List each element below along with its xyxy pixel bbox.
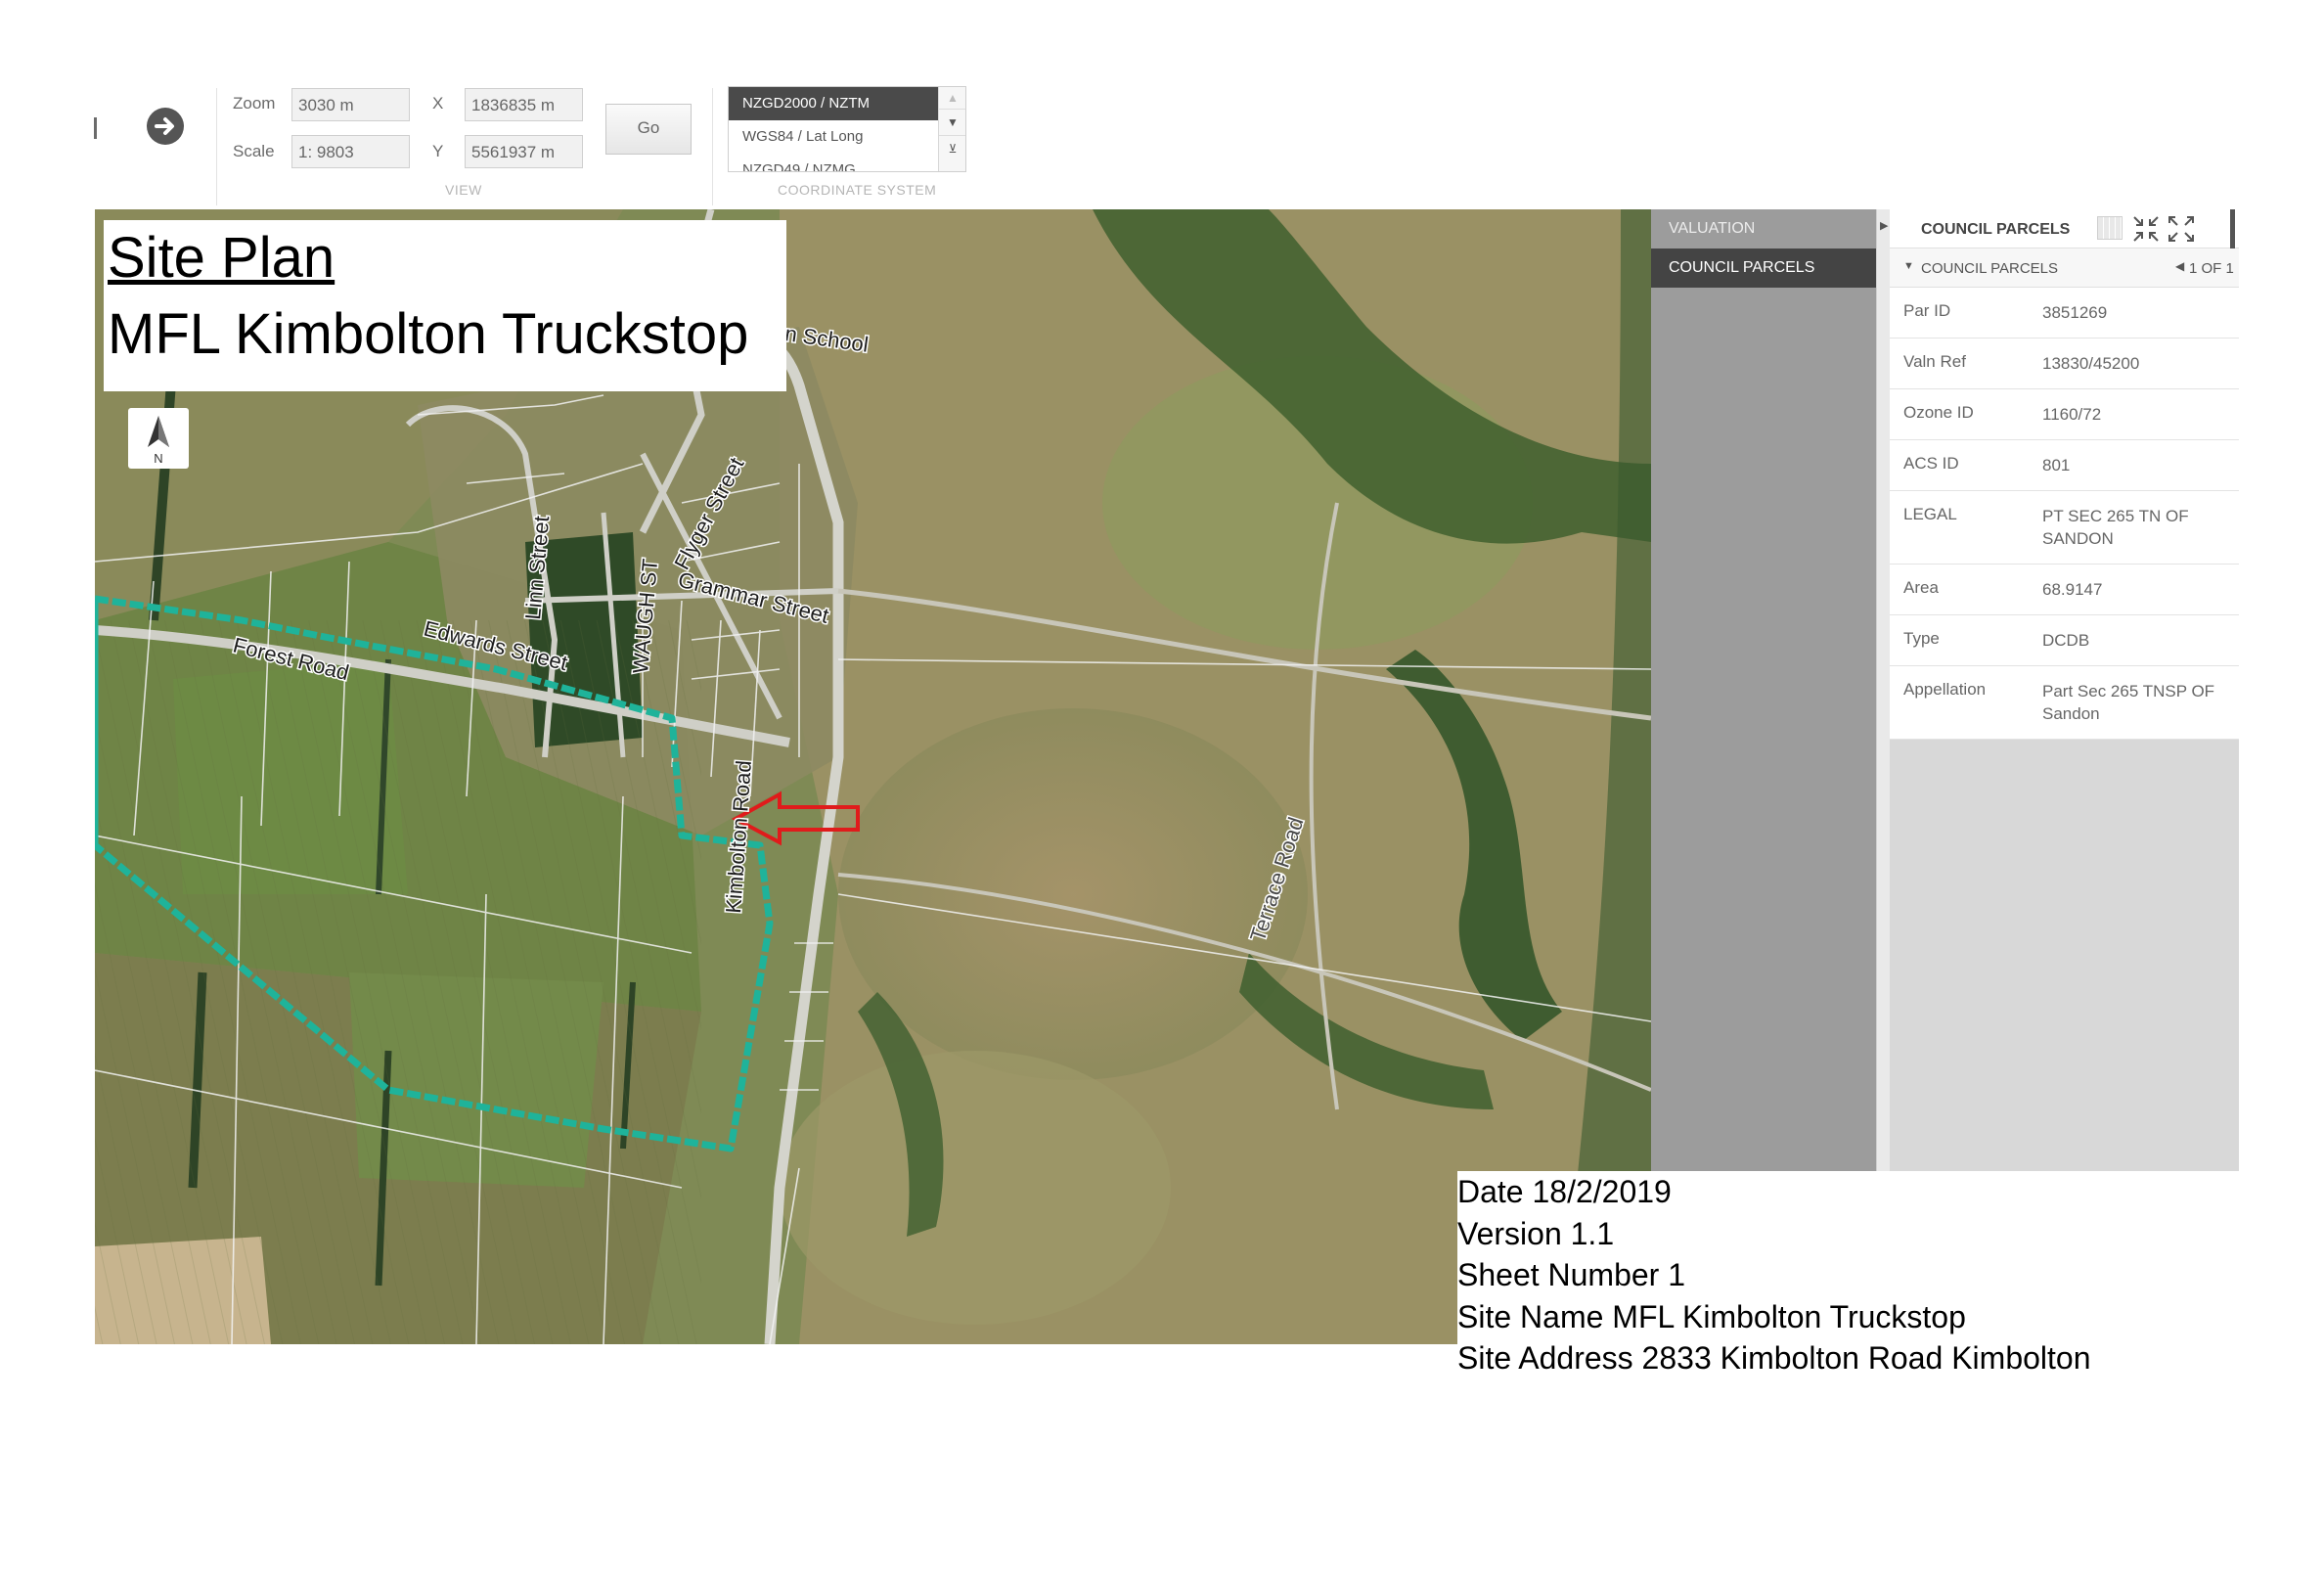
attr-key: Valn Ref: [1903, 352, 1966, 371]
label-linn-street: Linn Street: [520, 515, 554, 620]
coord-list-scrollbar[interactable]: ▲ ▼ ⊻: [938, 87, 965, 171]
go-button[interactable]: Go: [605, 104, 692, 155]
attr-value: 68.9147: [2042, 580, 2103, 599]
coordinate-system-list[interactable]: NZGD2000 / NZTM WGS84 / Lat Long NZGD49 …: [728, 86, 966, 172]
north-label: N: [154, 451, 162, 466]
label-edwards-street: Edwards Street: [422, 616, 570, 676]
page-title: Site Plan: [108, 226, 335, 290]
attr-value: Part Sec 265 TNSP OF Sandon: [2042, 682, 2215, 723]
attr-value: 1160/72: [2042, 405, 2102, 424]
panel-header: COUNCIL PARCELS: [1890, 209, 2239, 248]
panel-side-strip[interactable]: ▶: [1876, 209, 1890, 1178]
panel-scrollbar[interactable]: [2230, 209, 2235, 248]
scale-field[interactable]: 1: 9803: [291, 135, 410, 168]
attr-key: Par ID: [1903, 301, 1951, 320]
label-terrace-road: Terrace Road: [1245, 814, 1309, 944]
zoom-label: Zoom: [233, 94, 276, 113]
sheet-info-block: Date 18/2/2019 Version 1.1 Sheet Number …: [1457, 1171, 2299, 1379]
scroll-up-icon[interactable]: ▲: [939, 87, 965, 110]
attr-value: PT SEC 265 TN OF SANDON: [2042, 507, 2189, 548]
label-forest-road: Forest Road: [231, 633, 352, 686]
attr-value: DCDB: [2042, 631, 2090, 650]
y-coordinate-field[interactable]: 5561937 m: [465, 135, 583, 168]
scroll-end-icon[interactable]: ⊻: [939, 136, 965, 161]
view-section-label: VIEW: [445, 182, 482, 198]
collapse-icon[interactable]: [2130, 213, 2162, 245]
map-toolbar: Zoom 3030 m Scale 1: 9803 X 1836835 m Y …: [0, 0, 978, 210]
label-flyger-street: Flyger Street: [669, 453, 748, 573]
coordinate-system-section-label: COORDINATE SYSTEM: [778, 182, 937, 198]
attr-value: 3851269: [2042, 303, 2108, 322]
coord-option[interactable]: WGS84 / Lat Long: [729, 120, 938, 154]
attr-key: Area: [1903, 578, 1939, 597]
subheader-title: COUNCIL PARCELS: [1921, 260, 2059, 277]
scale-label: Scale: [233, 142, 275, 160]
label-grammar-street: Grammar Street: [676, 567, 831, 628]
toolbar-divider: [216, 88, 217, 205]
attr-key: Ozone ID: [1903, 403, 1974, 422]
attr-key: Type: [1903, 629, 1940, 648]
scroll-down-icon[interactable]: ▼: [939, 110, 965, 136]
coord-option[interactable]: NZGD49 / NZMG: [729, 154, 938, 171]
layer-sidenav: VALUATION COUNCIL PARCELS: [1651, 209, 1876, 1178]
panel-title: COUNCIL PARCELS: [1921, 221, 2071, 238]
attr-key: ACS ID: [1903, 454, 1959, 473]
table-row: ACS ID 801: [1890, 440, 2239, 491]
x-label: X: [432, 94, 444, 113]
navigate-arrow-icon[interactable]: [147, 108, 184, 145]
nav-item-council-parcels[interactable]: COUNCIL PARCELS: [1651, 248, 1876, 288]
table-row: Valn Ref 13830/45200: [1890, 339, 2239, 389]
zoom-field[interactable]: 3030 m: [291, 88, 410, 121]
site-name-heading: MFL Kimbolton Truckstop: [108, 302, 749, 366]
pager-prev-icon[interactable]: ◀: [2175, 259, 2184, 273]
site-location-arrow: [736, 794, 863, 845]
table-row: LEGAL PT SEC 265 TN OF SANDON: [1890, 491, 2239, 565]
table-row: Area 68.9147: [1890, 565, 2239, 615]
north-arrow-icon: N: [128, 408, 189, 469]
coord-option[interactable]: NZGD2000 / NZTM: [729, 87, 938, 120]
sheet-site-address: Site Address 2833 Kimbolton Road Kimbolt…: [1457, 1340, 2091, 1376]
pager-count: 1 OF 1: [2189, 260, 2234, 277]
attr-value: 13830/45200: [2042, 354, 2140, 373]
table-row: Appellation Part Sec 265 TNSP OF Sandon: [1890, 666, 2239, 740]
x-coordinate-field[interactable]: 1836835 m: [465, 88, 583, 121]
sheet-date: Date 18/2/2019: [1457, 1174, 1672, 1209]
table-view-icon[interactable]: [2097, 216, 2123, 240]
label-waugh-st: WAUGH ST: [628, 558, 662, 674]
panel-subheader: ▼ COUNCIL PARCELS ◀ 1 OF 1: [1890, 248, 2239, 288]
y-label: Y: [432, 142, 444, 160]
expand-caret-icon[interactable]: ▶: [1880, 219, 1888, 232]
collapse-handle[interactable]: [94, 117, 97, 139]
attr-key: LEGAL: [1903, 505, 1957, 523]
collapse-caret-icon[interactable]: ▼: [1903, 260, 1914, 272]
attr-value: 801: [2042, 456, 2071, 474]
toolbar-divider: [712, 88, 713, 205]
parcel-attributes-table: Par ID 3851269 Valn Ref 13830/45200 Ozon…: [1890, 288, 2239, 740]
expand-icon[interactable]: [2166, 213, 2197, 245]
sheet-number: Sheet Number 1: [1457, 1257, 1686, 1292]
sheet-site-name: Site Name MFL Kimbolton Truckstop: [1457, 1298, 1966, 1334]
table-row: Type DCDB: [1890, 615, 2239, 666]
sheet-version: Version 1.1: [1457, 1215, 1615, 1251]
nav-item-valuation[interactable]: VALUATION: [1651, 209, 1876, 248]
attr-key: Appellation: [1903, 680, 1987, 699]
table-row: Ozone ID 1160/72: [1890, 389, 2239, 440]
table-row: Par ID 3851269: [1890, 288, 2239, 339]
